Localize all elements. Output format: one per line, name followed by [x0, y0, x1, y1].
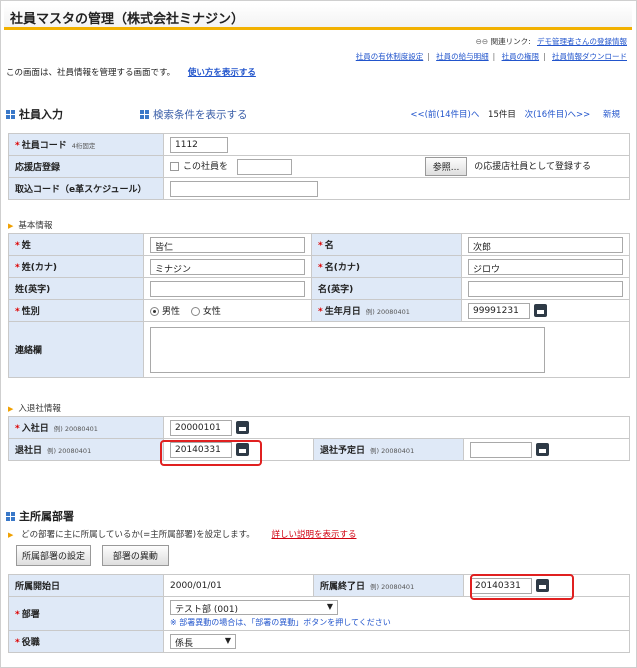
dept-start-value: 2000/01/01: [170, 580, 222, 591]
dept-buttons: 所属部署の設定 部署の異動: [16, 545, 169, 566]
next-record-link[interactable]: 次(16件目)へ>>: [525, 110, 591, 120]
agency-checkbox-label: この社員を: [183, 162, 229, 172]
employee-code-input[interactable]: 1112: [170, 136, 228, 153]
department-select[interactable]: テスト部 (001) ▼: [170, 599, 338, 615]
last-kana-input[interactable]: ミナジン: [150, 258, 305, 275]
pager: <<(前(14件目)へ 15件目 次(16件目)へ>> 新規: [410, 108, 620, 120]
dept-transfer-button[interactable]: 部署の異動: [101, 545, 169, 566]
leave-plan-input[interactable]: [470, 441, 532, 458]
gender-male-label: 男性: [162, 307, 181, 317]
first-en-label: 名(英字): [311, 277, 462, 300]
gender-female-radio[interactable]: [190, 307, 200, 316]
position-label: * 役職: [8, 630, 164, 653]
department-note: ※ 部署異動の場合は、「部署の異動」ボタンを押してください: [170, 617, 391, 627]
first-name-input[interactable]: 次郎: [468, 236, 623, 253]
related-label: 関連リンク:: [490, 37, 531, 46]
leave-setting-link[interactable]: 社員の有休制度設定: [356, 52, 424, 61]
contact-label: 連絡欄: [8, 321, 144, 378]
browse-button[interactable]: 参照...: [424, 157, 468, 176]
link-icon: ⊖⊖: [475, 37, 491, 46]
leave-plan-label: 退社予定日 例) 20080401: [313, 438, 464, 461]
department-label: * 部署: [8, 596, 164, 631]
basic-info-header: 基本情報: [8, 219, 52, 231]
grid-icon: [6, 512, 15, 521]
highlight-box: [470, 574, 574, 600]
download-link[interactable]: 社員情報ダウンロード: [552, 52, 627, 61]
join-date-input[interactable]: 20000101: [170, 419, 232, 436]
gender-label: * 性別: [8, 299, 144, 322]
prev-record-link[interactable]: <<(前(14件目)へ: [410, 110, 479, 120]
grid-icon: [6, 110, 15, 119]
last-en-label: 姓(英字): [8, 277, 144, 300]
payslip-link[interactable]: 社員の給与明細: [436, 52, 489, 61]
permission-link[interactable]: 社員の権限: [502, 52, 540, 61]
howto-link[interactable]: 使い方を表示する: [188, 68, 256, 78]
first-name-label: * 名: [311, 233, 462, 256]
detail-link[interactable]: 詳しい説明を表示する: [271, 530, 356, 540]
agency-suffix: の応援店社員として登録する: [474, 162, 591, 172]
section-title: 社員入力: [6, 106, 63, 122]
birth-input[interactable]: 99991231: [468, 302, 530, 319]
employee-code-row: * 社員コード 4桁固定 1112: [8, 133, 630, 156]
agency-row: 応援店登録 この社員を 参照... の応援店社員として登録する: [8, 155, 630, 178]
title-bar: 社員マスタの管理（株式会社ミナジン）: [4, 4, 632, 30]
dept-setting-button[interactable]: 所属部署の設定: [16, 545, 92, 566]
section-nav: 社員入力 検索条件を表示する <<(前(14件目)へ 15件目 次(16件目)へ…: [6, 106, 626, 122]
entry-info-header: 入退社情報: [8, 402, 61, 414]
join-label: * 入社日 例) 20080401: [8, 416, 164, 439]
page-title: 社員マスタの管理（株式会社ミナジン）: [10, 12, 245, 27]
last-name-input[interactable]: 皆仁: [150, 236, 305, 253]
page-description: この画面は、社員情報を管理する画面です。 使い方を表示する: [6, 66, 256, 78]
birth-label: * 生年月日 例) 20080401: [311, 299, 462, 322]
gender-male-radio[interactable]: [150, 307, 159, 316]
dropdown-arrow-icon: ▼: [224, 636, 231, 645]
highlight-box: [160, 440, 262, 466]
dept-end-label: 所属終了日 例) 20080401: [313, 574, 464, 597]
last-name-label: * 姓: [8, 233, 144, 256]
description-text: この画面は、社員情報を管理する画面です。: [6, 68, 176, 78]
new-record-link[interactable]: 新規: [603, 110, 620, 120]
calendar-icon[interactable]: [536, 443, 549, 456]
grid-icon: [140, 110, 149, 119]
admin-info-link[interactable]: デモ管理者さんの登録情報: [537, 37, 627, 46]
employee-code-table: * 社員コード 4桁固定 1112 応援店登録 この社員を 参照... の応援店社員…: [8, 133, 630, 200]
trade-code-row: 取込コード（e革スケジュール）: [8, 177, 630, 200]
last-kana-label: * 姓(カナ): [8, 255, 144, 278]
related-links: ⊖⊖ 関連リンク: デモ管理者さんの登録情報: [476, 36, 627, 47]
agency-checkbox[interactable]: [170, 162, 179, 171]
dept-title: 主所属部署: [6, 508, 74, 524]
dept-start-label: 所属開始日: [8, 574, 164, 597]
first-kana-label: * 名(カナ): [311, 255, 462, 278]
first-en-input[interactable]: [468, 280, 623, 297]
first-kana-input[interactable]: ジロウ: [468, 258, 623, 275]
agency-input[interactable]: [236, 158, 292, 175]
search-toggle[interactable]: 検索条件を表示する: [140, 107, 248, 122]
last-en-input[interactable]: [150, 280, 305, 297]
trade-code-input[interactable]: [170, 180, 318, 197]
dropdown-arrow-icon: ▼: [326, 601, 333, 611]
quick-links: 社員の有休制度設定 | 社員の給与明細 | 社員の権限 | 社員情報ダウンロード: [355, 52, 627, 61]
position-select[interactable]: 係長 ▼: [170, 634, 236, 649]
contact-textarea[interactable]: [150, 326, 545, 373]
calendar-icon[interactable]: [236, 421, 249, 434]
entry-info-table: * 入社日 例) 20080401 20000101 退社日 例) 20080401 …: [8, 416, 630, 461]
calendar-icon[interactable]: [534, 304, 547, 317]
gender-female-label: 女性: [202, 307, 221, 317]
basic-info-table: * 姓 皆仁 * 名 次郎 * 姓(カナ) ミナジン * 名(カナ) ジロウ 姓(英字)…: [8, 233, 630, 378]
current-record: 15件目: [488, 110, 516, 120]
dept-description: どの部署に主に所属しているか(=主所属部署)を設定します。 詳しい説明を表示する: [8, 528, 356, 540]
leave-label: 退社日 例) 20080401: [8, 438, 164, 461]
